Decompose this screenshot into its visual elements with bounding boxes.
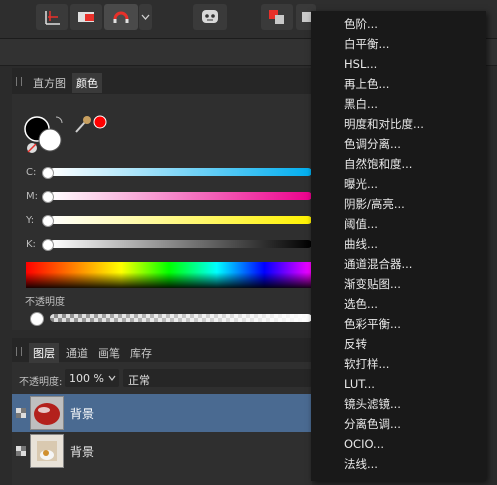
menu-item[interactable]: 自然饱和度... xyxy=(311,154,486,174)
opacity-slider-knob[interactable] xyxy=(30,312,44,326)
arrange-button[interactable] xyxy=(261,4,293,30)
adjustments-menu: 色阶... 白平衡... HSL... 再上色... 黑白... 明度和对比度... 色调分… xyxy=(311,11,486,481)
menu-item[interactable]: 渐变贴图... xyxy=(311,274,486,294)
stroke-color-icon[interactable] xyxy=(38,128,62,152)
menu-item[interactable]: 分离色调... xyxy=(311,414,486,434)
toggle-button[interactable] xyxy=(70,4,102,30)
slider-label-k: K: xyxy=(26,239,36,250)
assistant-button[interactable] xyxy=(193,4,227,30)
layer-opacity-label: 不透明度: xyxy=(19,377,63,388)
menu-item[interactable]: 通道混合器... xyxy=(311,254,486,274)
menu-item[interactable]: 再上色... xyxy=(311,74,486,94)
menu-item[interactable]: 软打样... xyxy=(311,354,486,374)
color-spectrum[interactable] xyxy=(26,262,312,288)
layers-panel-tabs: 图层 通道 画笔 库存 xyxy=(12,338,312,363)
tab-stock[interactable]: 库存 xyxy=(126,343,156,363)
slider-y-knob[interactable] xyxy=(42,215,54,227)
layers-panel: 图层 通道 画笔 库存 不透明度: 100 % 正常 背景 背景 xyxy=(12,338,312,485)
magnet-icon xyxy=(113,11,129,23)
slider-c-knob[interactable] xyxy=(42,167,54,179)
tab-channels[interactable]: 通道 xyxy=(62,343,92,363)
menu-item[interactable]: 明度和对比度... xyxy=(311,114,486,134)
slider-label-y: Y: xyxy=(26,215,35,226)
tab-histogram[interactable]: 直方图 xyxy=(29,73,70,93)
slider-k-knob[interactable] xyxy=(42,239,54,251)
toggle-icon xyxy=(78,12,94,22)
slider-label-m: M: xyxy=(26,191,38,202)
slider-label-c: C: xyxy=(26,167,37,178)
layer-thumbnail xyxy=(30,396,64,430)
menu-item[interactable]: 法线... xyxy=(311,454,486,474)
menu-item[interactable]: 黑白... xyxy=(311,94,486,114)
menu-item[interactable]: 白平衡... xyxy=(311,34,486,54)
chevron-down-icon xyxy=(108,375,116,381)
color-panel: 直方图 颜色 C: M: Y: K: 不透明度 xyxy=(12,68,312,330)
opacity-label: 不透明度 xyxy=(25,297,65,308)
menu-item[interactable]: OCIO... xyxy=(311,434,486,454)
blend-mode-value: 正常 xyxy=(128,374,150,387)
grid-button[interactable] xyxy=(36,4,68,30)
menu-item[interactable]: 阈值... xyxy=(311,214,486,234)
menu-item[interactable]: LUT... xyxy=(311,374,486,394)
opacity-slider[interactable] xyxy=(50,314,312,322)
menu-item[interactable]: 色调分离... xyxy=(311,134,486,154)
layer-thumbnail xyxy=(30,434,64,468)
picked-color-swatch xyxy=(93,115,107,129)
color-panel-tabs: 直方图 颜色 xyxy=(12,68,312,94)
slider-m[interactable] xyxy=(50,192,312,200)
slider-k[interactable] xyxy=(50,240,312,248)
menu-item[interactable]: 色阶... xyxy=(311,14,486,34)
fill-stroke-swatch[interactable] xyxy=(24,114,68,154)
menu-item[interactable]: 反转 xyxy=(311,334,486,354)
menu-item[interactable]: 曝光... xyxy=(311,174,486,194)
layer-opacity-value: 100 % xyxy=(69,372,104,385)
snapping-button[interactable] xyxy=(104,4,138,30)
menu-item[interactable]: 阴影/高亮... xyxy=(311,194,486,214)
slider-c[interactable] xyxy=(50,168,312,176)
visibility-checker-icon[interactable] xyxy=(16,408,26,418)
visibility-checker-icon[interactable] xyxy=(16,446,26,456)
tab-layers[interactable]: 图层 xyxy=(29,343,59,363)
swap-colors-icon xyxy=(55,116,63,124)
color-picker[interactable] xyxy=(74,114,110,136)
menu-item[interactable]: 镜头滤镜... xyxy=(311,394,486,414)
eyedropper-icon xyxy=(75,121,86,133)
panel-grip-icon[interactable] xyxy=(16,347,22,356)
tab-color[interactable]: 颜色 xyxy=(72,73,102,93)
menu-item[interactable]: HSL... xyxy=(311,54,486,74)
menu-item[interactable]: 曲线... xyxy=(311,234,486,254)
layer-opacity-field[interactable]: 100 % xyxy=(65,369,119,387)
menu-item[interactable]: 色彩平衡... xyxy=(311,314,486,334)
chevron-down-icon xyxy=(141,14,150,20)
menu-item[interactable]: 选色... xyxy=(311,294,486,314)
slider-y[interactable] xyxy=(50,216,312,224)
tab-brushes[interactable]: 画笔 xyxy=(94,343,124,363)
blend-mode-select[interactable]: 正常 xyxy=(123,369,312,387)
layer-row-selected[interactable]: 背景 xyxy=(12,394,312,432)
panel-grip-icon[interactable] xyxy=(16,77,22,86)
assistant-icon xyxy=(202,10,218,23)
layer-name: 背景 xyxy=(70,407,95,421)
snapping-dropdown[interactable] xyxy=(139,4,152,30)
slider-m-knob[interactable] xyxy=(42,191,54,203)
layer-name: 背景 xyxy=(70,445,95,459)
arrange-icon xyxy=(269,10,284,24)
grid-icon xyxy=(45,11,60,25)
layer-row[interactable]: 背景 xyxy=(12,432,312,470)
